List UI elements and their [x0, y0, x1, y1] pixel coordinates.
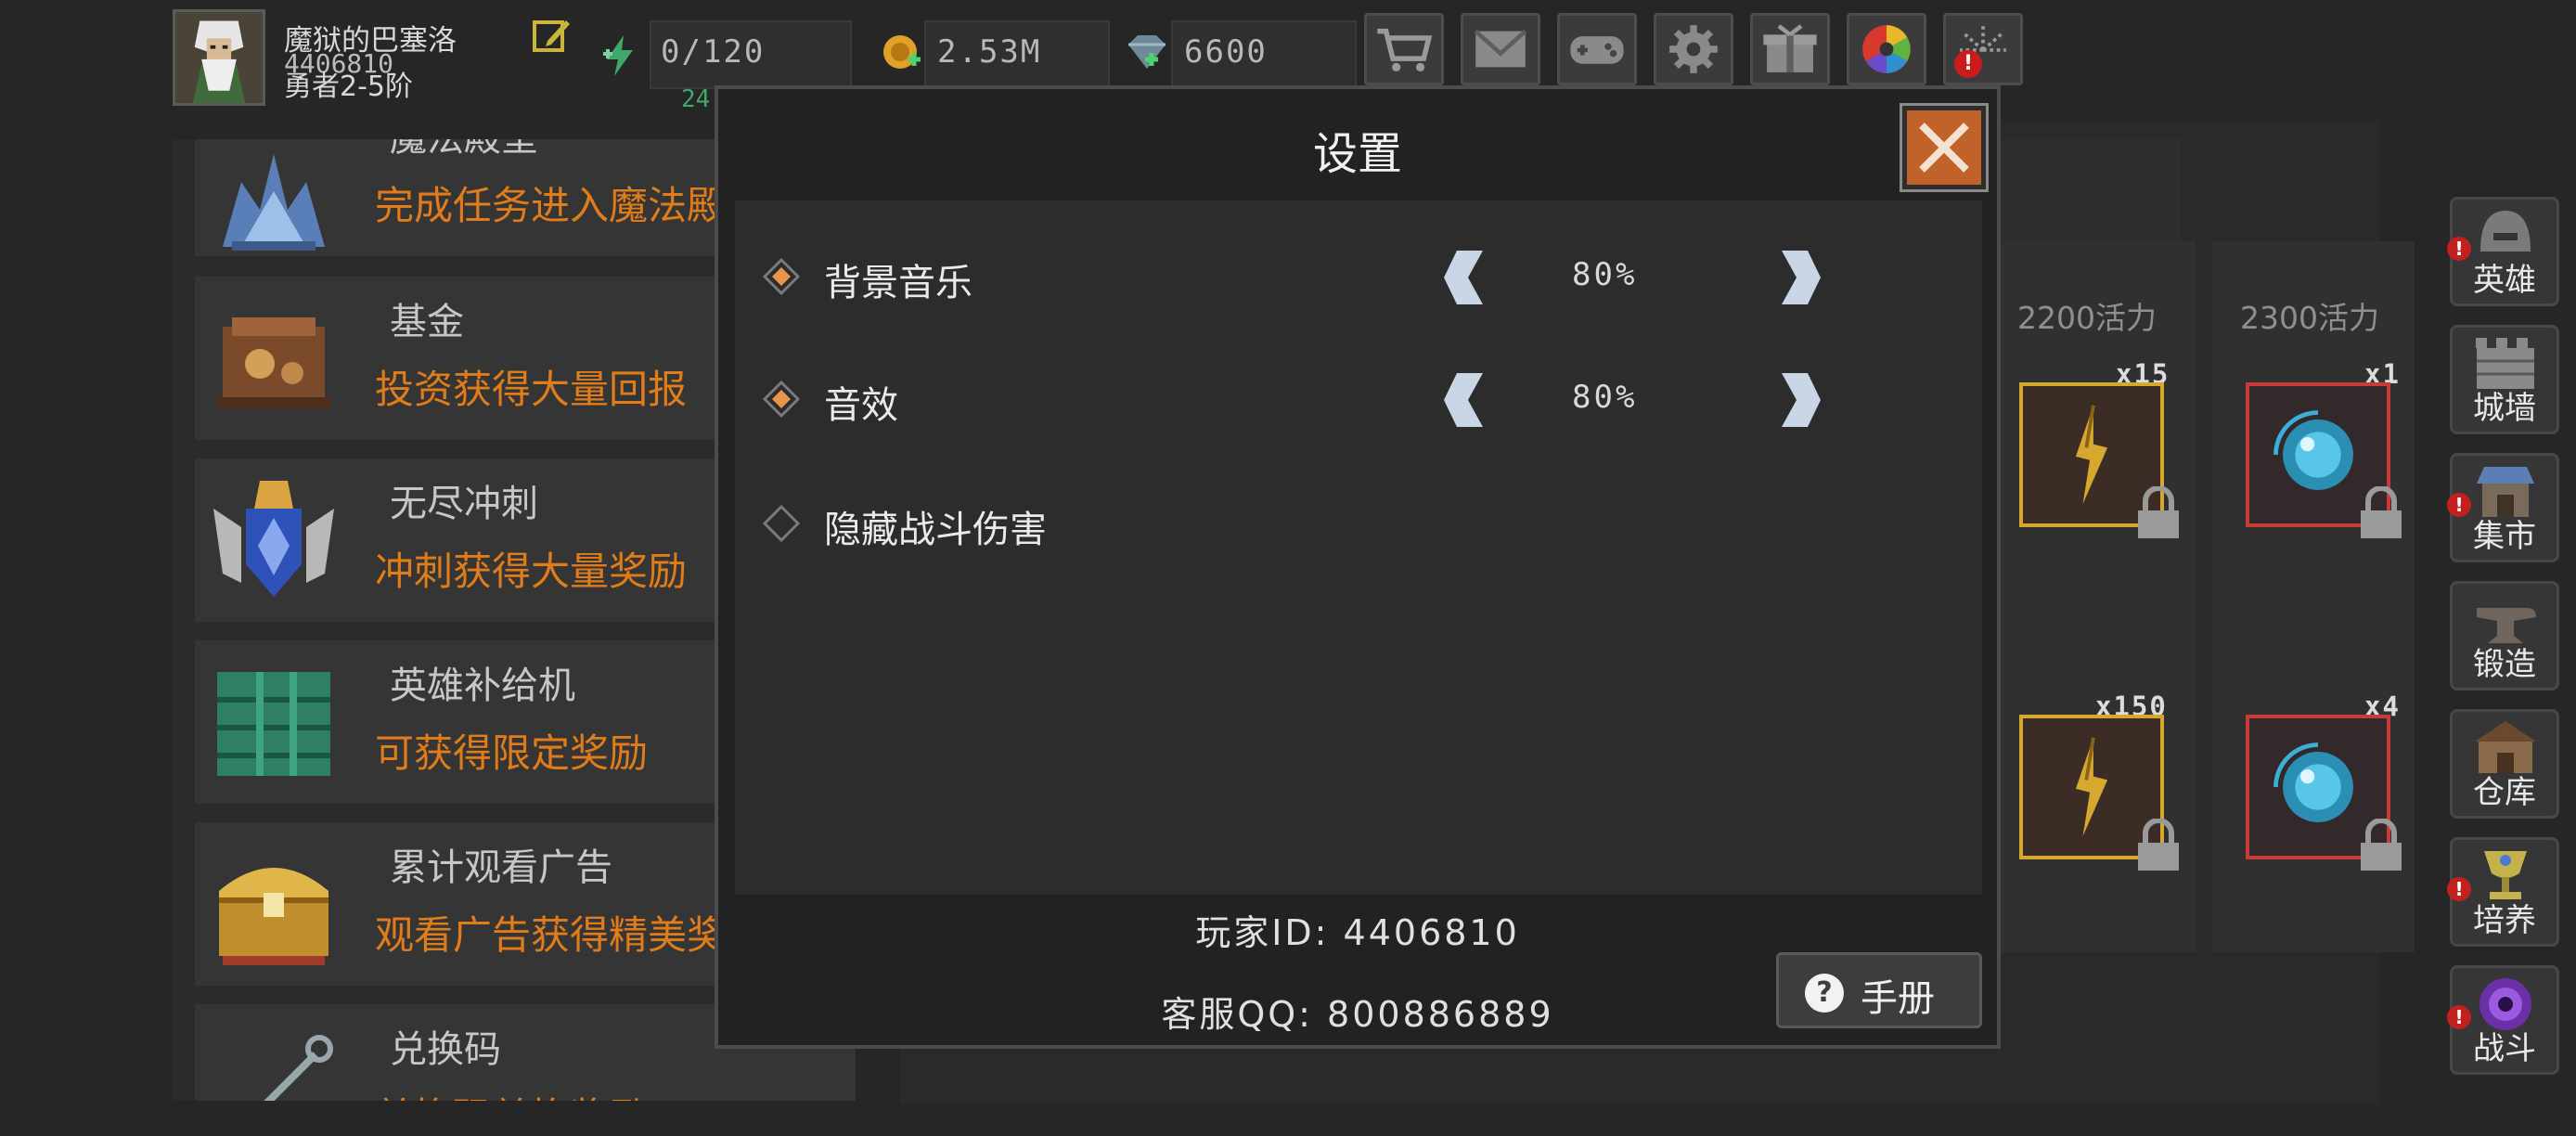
sidebar-item-label: 仓库 — [2473, 774, 2536, 811]
chevron-right-icon — [1782, 251, 1821, 304]
mail-button[interactable] — [1461, 13, 1540, 85]
lock-icon — [2134, 818, 2183, 872]
setting-sfx-row: 音效 80% — [735, 358, 1982, 442]
gold-coin-icon — [880, 32, 922, 74]
sidebar-item-label: 英雄 — [2473, 262, 2536, 299]
bgm-decrease-button[interactable] — [1440, 247, 1496, 308]
sfx-label: 音效 — [824, 384, 898, 427]
chevron-right-icon — [1782, 373, 1821, 427]
chevron-left-icon — [1444, 373, 1483, 427]
treasure-sack-icon — [204, 290, 343, 429]
gamepad-icon — [1570, 36, 1624, 64]
event-title: 兑换码 — [390, 1028, 501, 1071]
crystal-castle-icon — [204, 139, 343, 265]
sidebar-item-warehouse[interactable]: 仓库 — [2450, 709, 2559, 819]
supply-crate-icon — [204, 653, 343, 793]
manual-label: 手册 — [1861, 977, 1935, 1020]
sfx-decrease-button[interactable] — [1440, 369, 1496, 431]
sidebar-item-forge[interactable]: 锻造 — [2450, 581, 2559, 691]
player-id-text: 玩家ID: 4406810 — [1195, 912, 1520, 953]
player-avatar[interactable] — [173, 9, 265, 106]
bgm-checkbox[interactable] — [763, 258, 800, 295]
setting-hide-damage-row: 隐藏战斗伤害 — [735, 483, 1982, 566]
gem-icon — [1123, 33, 1169, 72]
player-rank: 勇者2-5阶 — [284, 71, 413, 103]
shop-cart-button[interactable] — [1364, 13, 1444, 85]
settings-options-panel: 背景音乐 80% 音效 80% 隐藏战斗伤害 — [735, 200, 1982, 895]
event-title: 英雄补给机 — [390, 665, 575, 707]
edit-name-icon[interactable] — [531, 15, 572, 56]
energy-icon — [601, 33, 638, 78]
lock-icon — [2357, 485, 2405, 540]
sidebar-item-hero[interactable]: ! 英雄 — [2447, 197, 2559, 306]
gift-icon — [1763, 24, 1817, 72]
event-title: 基金 — [390, 301, 464, 343]
hide-damage-checkbox[interactable] — [763, 505, 800, 542]
gem-value: 6600 — [1184, 33, 1268, 71]
cart-icon — [1377, 28, 1433, 71]
bgm-volume-value: 80% — [1572, 256, 1638, 293]
event-desc: 完成任务进入魔法殿堂 — [375, 183, 766, 228]
key-icon — [204, 1017, 343, 1101]
sidebar-item-label: 城墙 — [2473, 390, 2536, 427]
event-desc: 兑换码兑换奖励 — [375, 1086, 648, 1101]
event-title: 魔法殿堂 — [390, 139, 538, 161]
sidebar-item-battle[interactable]: ! 战斗 — [2447, 965, 2559, 1075]
sidebar-item-label: 集市 — [2473, 518, 2536, 555]
event-desc: 观看广告获得精美奖励 — [375, 912, 766, 958]
settings-button[interactable] — [1654, 13, 1733, 85]
event-desc: 冲刺获得大量奖励 — [375, 549, 688, 594]
settings-dialog: 设置 背景音乐 80% 音效 80% 隐藏战斗伤害 玩家ID: 4406810 … — [715, 85, 2001, 1049]
close-icon — [1919, 123, 1969, 173]
gift-button[interactable] — [1750, 13, 1830, 85]
bgm-label: 背景音乐 — [824, 262, 972, 304]
sfx-checkbox[interactable] — [763, 381, 800, 418]
sidebar-item-wall[interactable]: 城墙 — [2450, 325, 2559, 434]
close-button[interactable] — [1900, 103, 1989, 192]
sfx-increase-button[interactable] — [1769, 369, 1824, 431]
event-title: 累计观看广告 — [390, 846, 612, 889]
mail-icon — [1474, 29, 1527, 68]
lock-icon — [2134, 485, 2183, 540]
gear-icon — [1669, 25, 1718, 73]
event-title: 无尽冲刺 — [390, 483, 538, 525]
lock-icon — [2357, 818, 2405, 872]
sidebar-item-label: 培养 — [2473, 902, 2536, 939]
sidebar-item-label: 锻造 — [2473, 646, 2536, 683]
sidebar-item-market[interactable]: ! 集市 — [2447, 453, 2559, 562]
bgm-increase-button[interactable] — [1769, 247, 1824, 308]
color-wheel-icon — [1862, 25, 1911, 73]
event-desc: 投资获得大量回报 — [375, 367, 688, 412]
event-desc: 可获得限定奖励 — [375, 730, 649, 776]
fireworks-alert-badge: ! — [1954, 50, 1982, 78]
lucky-wheel-button[interactable] — [1847, 13, 1926, 85]
shop-column-header: 2300活力 — [2240, 300, 2379, 336]
help-icon: ? — [1805, 974, 1844, 1013]
manual-button[interactable]: ? 手册 — [1776, 952, 1982, 1028]
shop-column-header: 2200活力 — [2017, 300, 2157, 336]
gamepad-button[interactable] — [1557, 13, 1637, 85]
dialog-title: 设置 — [1312, 128, 1402, 180]
setting-bgm-row: 背景音乐 80% — [735, 236, 1982, 319]
gold-value: 2.53M — [937, 33, 1042, 71]
chevron-left-icon — [1444, 251, 1483, 304]
fireworks-button[interactable] — [1943, 13, 2023, 85]
sidebar-item-label: 战斗 — [2473, 1030, 2536, 1067]
sfx-volume-value: 80% — [1572, 379, 1638, 416]
sidebar-item-cultivate[interactable]: ! 培养 — [2447, 837, 2559, 947]
hide-damage-label: 隐藏战斗伤害 — [824, 509, 1047, 551]
golden-chest-icon — [204, 835, 343, 975]
energy-value: 0/120 — [661, 33, 766, 71]
winged-shield-icon — [204, 471, 343, 611]
energy-timer: 24 — [681, 85, 711, 113]
